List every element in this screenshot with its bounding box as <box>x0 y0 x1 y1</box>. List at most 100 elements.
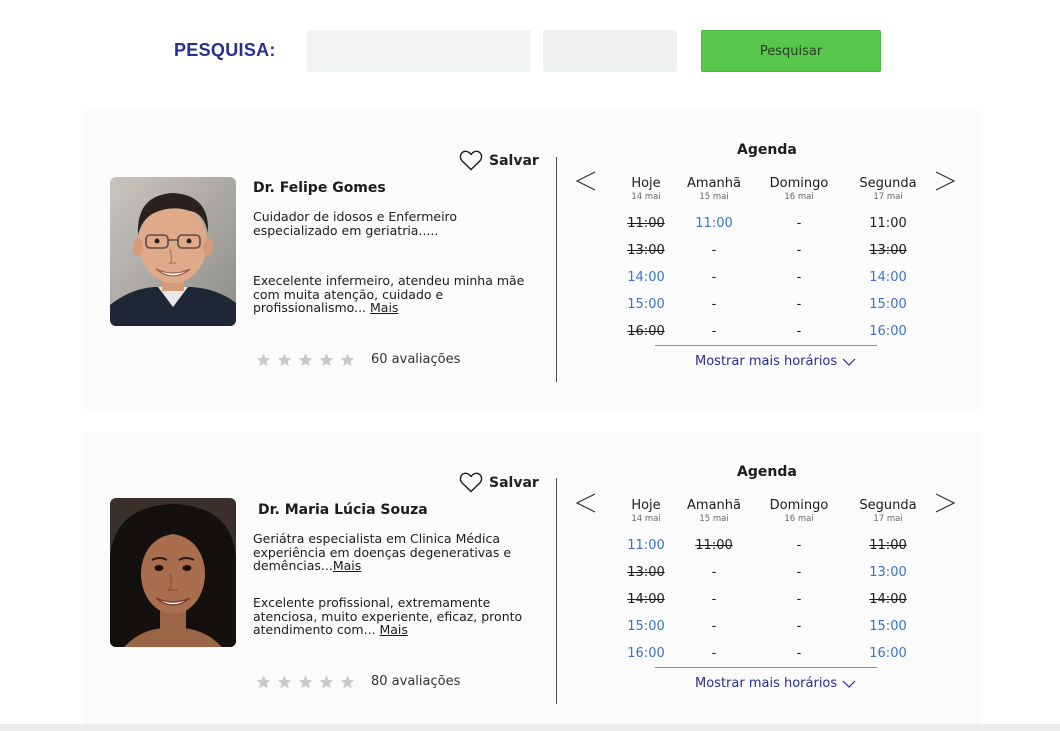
time-slot[interactable]: 15:00 <box>611 297 681 312</box>
time-slot[interactable]: 14:00 <box>611 270 681 285</box>
time-slot: - <box>796 619 802 634</box>
show-more-times-button[interactable]: Mostrar mais horários <box>695 354 856 369</box>
time-slot: - <box>711 270 717 285</box>
time-slot: - <box>796 646 802 661</box>
location-input[interactable] <box>543 30 677 72</box>
time-slot[interactable]: 16:00 <box>853 646 923 661</box>
save-button[interactable]: Salvar <box>459 472 539 493</box>
day-name: Segunda <box>859 176 917 191</box>
time-slot: 13:00 <box>869 243 907 258</box>
time-slot[interactable]: 16:00 <box>853 324 923 339</box>
time-slot: - <box>711 324 717 339</box>
time-slot[interactable]: 13:00 <box>853 565 923 580</box>
save-label: Salvar <box>489 474 539 491</box>
professional-name: Dr. Felipe Gomes <box>253 180 386 196</box>
rating-stars <box>256 353 355 367</box>
time-slot: - <box>711 592 717 607</box>
time-slot: - <box>796 297 802 312</box>
next-days-button[interactable] <box>934 492 956 514</box>
review-more-link[interactable]: Mais <box>379 622 407 637</box>
time-slot: - <box>711 297 717 312</box>
day-name: Segunda <box>859 498 917 513</box>
next-days-button[interactable] <box>934 170 956 192</box>
day-name: Domingo <box>769 498 829 513</box>
time-slot: - <box>711 565 717 580</box>
time-slot: - <box>796 243 802 258</box>
day-name: Hoje <box>631 498 661 513</box>
prev-days-button[interactable] <box>575 170 597 192</box>
show-more-times-button[interactable]: Mostrar mais horários <box>695 676 856 691</box>
page-bottom-bar <box>0 724 1060 731</box>
time-slot: - <box>796 216 802 231</box>
time-slot: - <box>711 243 717 258</box>
time-slot: 13:00 <box>627 243 665 258</box>
save-button[interactable]: Salvar <box>459 150 539 171</box>
search-button[interactable]: Pesquisar <box>701 30 881 72</box>
star-icon <box>256 675 271 689</box>
time-slot[interactable]: 11:00 <box>853 216 923 231</box>
chevron-left-icon <box>575 493 596 513</box>
chevron-down-icon <box>842 680 856 688</box>
time-slot[interactable]: 11:00 <box>679 216 749 231</box>
day-date: 16 mai <box>784 192 814 202</box>
day-date: 16 mai <box>784 514 814 524</box>
save-label: Salvar <box>489 152 539 169</box>
day-column-header: Domingo 16 mai <box>763 176 835 202</box>
heart-outline-icon <box>459 150 483 171</box>
star-icon <box>319 353 334 367</box>
description-more-link[interactable]: Mais <box>333 558 361 573</box>
star-icon <box>340 353 355 367</box>
heart-outline-icon <box>459 472 483 493</box>
time-slot[interactable]: 11:00 <box>611 538 681 553</box>
time-slot[interactable]: 15:00 <box>853 619 923 634</box>
time-slot: 13:00 <box>627 565 665 580</box>
professional-card: Salvar Dr. Felipe Gomes Cuidador de idos… <box>83 110 981 410</box>
day-column-header: Segunda 17 mai <box>853 176 923 202</box>
professional-card: Salvar Dr. Maria Lúcia Souza Geriátra es… <box>83 432 981 728</box>
profile-photo[interactable] <box>110 177 236 326</box>
day-column-header: Domingo 16 mai <box>763 498 835 524</box>
day-date: 17 mai <box>873 514 903 524</box>
day-column-header: Amanhã 15 mai <box>681 498 747 524</box>
rating-count: 80 avaliações <box>371 674 461 689</box>
time-slot: 14:00 <box>627 592 665 607</box>
time-slot: 11:00 <box>627 216 665 231</box>
professional-name: Dr. Maria Lúcia Souza <box>258 502 428 518</box>
time-slot: 11:00 <box>695 538 733 553</box>
day-name: Domingo <box>769 176 829 191</box>
rating-stars <box>256 675 355 689</box>
day-column-header: Amanhã 15 mai <box>681 176 747 202</box>
day-name: Hoje <box>631 176 661 191</box>
day-column-header: Segunda 17 mai <box>853 498 923 524</box>
chevron-left-icon <box>575 171 596 191</box>
chevron-down-icon <box>842 358 856 366</box>
star-icon <box>298 353 313 367</box>
search-label: PESQUISA: <box>174 40 276 60</box>
time-slot: - <box>711 646 717 661</box>
time-slot[interactable]: 15:00 <box>611 619 681 634</box>
review-excerpt: Execelente infermeiro, atendeu minha mãe… <box>253 274 543 315</box>
show-more-label: Mostrar mais horários <box>695 354 838 369</box>
agenda-title: Agenda <box>737 464 797 480</box>
time-slot: - <box>796 324 802 339</box>
description-text: Geriátra especialista em Clinica Médica … <box>253 531 512 573</box>
search-input[interactable] <box>307 30 531 72</box>
card-divider <box>556 157 557 382</box>
day-date: 17 mai <box>873 192 903 202</box>
prev-days-button[interactable] <box>575 492 597 514</box>
time-slot: 11:00 <box>869 538 907 553</box>
day-date: 14 mai <box>631 192 661 202</box>
day-name: Amanhã <box>687 176 741 191</box>
time-slot[interactable]: 16:00 <box>611 646 681 661</box>
card-divider <box>556 478 557 704</box>
star-icon <box>277 353 292 367</box>
day-date: 15 mai <box>699 514 729 524</box>
time-slot: - <box>796 538 802 553</box>
time-slot: - <box>796 565 802 580</box>
star-icon <box>340 675 355 689</box>
agenda-title: Agenda <box>737 142 797 158</box>
time-slot[interactable]: 15:00 <box>853 297 923 312</box>
profile-photo[interactable] <box>110 498 236 647</box>
time-slot[interactable]: 14:00 <box>853 270 923 285</box>
review-more-link[interactable]: Mais <box>370 300 398 315</box>
